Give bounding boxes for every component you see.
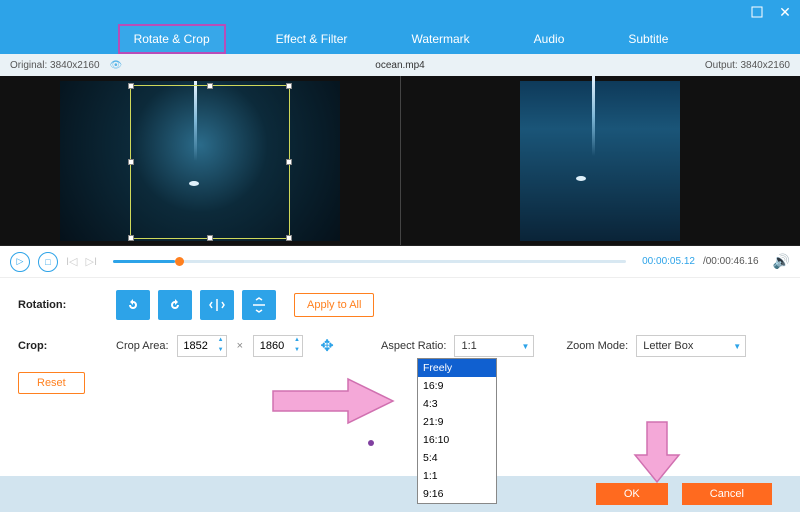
crop-handle[interactable] — [207, 83, 213, 89]
original-preview-pane[interactable] — [0, 76, 401, 245]
cancel-button[interactable]: Cancel — [682, 483, 772, 505]
prev-frame-button[interactable]: I◁ — [66, 255, 78, 268]
crop-handle[interactable] — [128, 235, 134, 241]
aspect-option-freely[interactable]: Freely — [418, 359, 496, 377]
current-time: 00:00:05.12 — [642, 256, 695, 267]
tab-bar: Rotate & Crop Effect & Filter Watermark … — [0, 24, 800, 54]
crop-handle[interactable] — [207, 235, 213, 241]
spin-up-icon[interactable]: ▲ — [292, 336, 302, 346]
apply-to-all-button[interactable]: Apply to All — [294, 293, 374, 317]
zoom-mode-select[interactable]: Letter Box▼ — [636, 335, 746, 357]
tab-rotate-crop[interactable]: Rotate & Crop — [118, 24, 226, 54]
preview-toggle-icon[interactable]: 👁 — [110, 60, 123, 71]
original-label: Original: 3840x2160 — [10, 60, 100, 71]
chevron-down-icon: ▼ — [522, 342, 530, 351]
footer-bar: OK Cancel — [0, 476, 800, 512]
chevron-down-icon: ▼ — [733, 342, 741, 351]
tab-watermark[interactable]: Watermark — [397, 26, 483, 52]
flip-horizontal-button[interactable] — [200, 290, 234, 320]
progress-thumb[interactable] — [175, 257, 184, 266]
output-preview-pane — [401, 76, 800, 245]
tab-effect-filter[interactable]: Effect & Filter — [262, 26, 362, 52]
minimize-button[interactable] — [750, 5, 764, 19]
stop-button[interactable]: □ — [38, 252, 58, 272]
x-separator: × — [237, 340, 243, 352]
spin-down-icon[interactable]: ▼ — [216, 346, 226, 356]
zoom-mode-label: Zoom Mode: — [566, 340, 628, 352]
crop-label: Crop: — [18, 340, 108, 352]
output-video-thumbnail — [520, 81, 680, 241]
crop-handle[interactable] — [286, 235, 292, 241]
crop-handle[interactable] — [286, 159, 292, 165]
annotation-dot — [368, 440, 374, 446]
aspect-ratio-dropdown: Freely 16:9 4:3 21:9 16:10 5:4 1:1 9:16 — [417, 358, 497, 504]
total-time: /00:00:46.16 — [703, 256, 759, 267]
aspect-option-5-4[interactable]: 5:4 — [418, 449, 496, 467]
reset-button[interactable]: Reset — [18, 372, 85, 394]
aspect-ratio-select[interactable]: 1:1▼ — [454, 335, 534, 357]
tab-audio[interactable]: Audio — [520, 26, 579, 52]
titlebar: ✕ — [0, 0, 800, 24]
controls-panel: Rotation: Apply to All Crop: Crop Area: … — [0, 278, 800, 448]
aspect-option-16-10[interactable]: 16:10 — [418, 431, 496, 449]
file-info-bar: Original: 3840x2160 👁 ocean.mp4 Output: … — [0, 54, 800, 76]
filename-label: ocean.mp4 — [375, 60, 424, 71]
preview-area — [0, 76, 800, 246]
crop-handle[interactable] — [286, 83, 292, 89]
spin-up-icon[interactable]: ▲ — [216, 336, 226, 346]
output-label: Output: 3840x2160 — [705, 60, 790, 71]
close-button[interactable]: ✕ — [778, 5, 792, 19]
crop-area-label: Crop Area: — [116, 340, 169, 352]
crop-handle[interactable] — [128, 159, 134, 165]
center-crop-icon[interactable]: ✥ — [315, 334, 339, 358]
aspect-option-21-9[interactable]: 21:9 — [418, 413, 496, 431]
crop-selection-box[interactable] — [130, 85, 290, 239]
next-frame-button[interactable]: ▷I — [86, 255, 98, 268]
spin-down-icon[interactable]: ▼ — [292, 346, 302, 356]
play-button[interactable]: ▷ — [10, 252, 30, 272]
rotation-label: Rotation: — [18, 299, 108, 311]
rotate-left-button[interactable] — [116, 290, 150, 320]
aspect-option-4-3[interactable]: 4:3 — [418, 395, 496, 413]
crop-handle[interactable] — [128, 83, 134, 89]
rotate-right-button[interactable] — [158, 290, 192, 320]
aspect-option-1-1[interactable]: 1:1 — [418, 467, 496, 485]
flip-vertical-button[interactable] — [242, 290, 276, 320]
player-controls: ▷ □ I◁ ▷I 00:00:05.12/00:00:46.16 🔊 — [0, 246, 800, 278]
tab-subtitle[interactable]: Subtitle — [614, 26, 682, 52]
ok-button[interactable]: OK — [596, 483, 668, 505]
aspect-option-9-16[interactable]: 9:16 — [418, 485, 496, 503]
aspect-ratio-label: Aspect Ratio: — [381, 340, 446, 352]
progress-slider[interactable] — [113, 260, 626, 263]
original-video-thumbnail — [60, 81, 340, 241]
volume-icon[interactable]: 🔊 — [773, 253, 790, 270]
aspect-option-16-9[interactable]: 16:9 — [418, 377, 496, 395]
